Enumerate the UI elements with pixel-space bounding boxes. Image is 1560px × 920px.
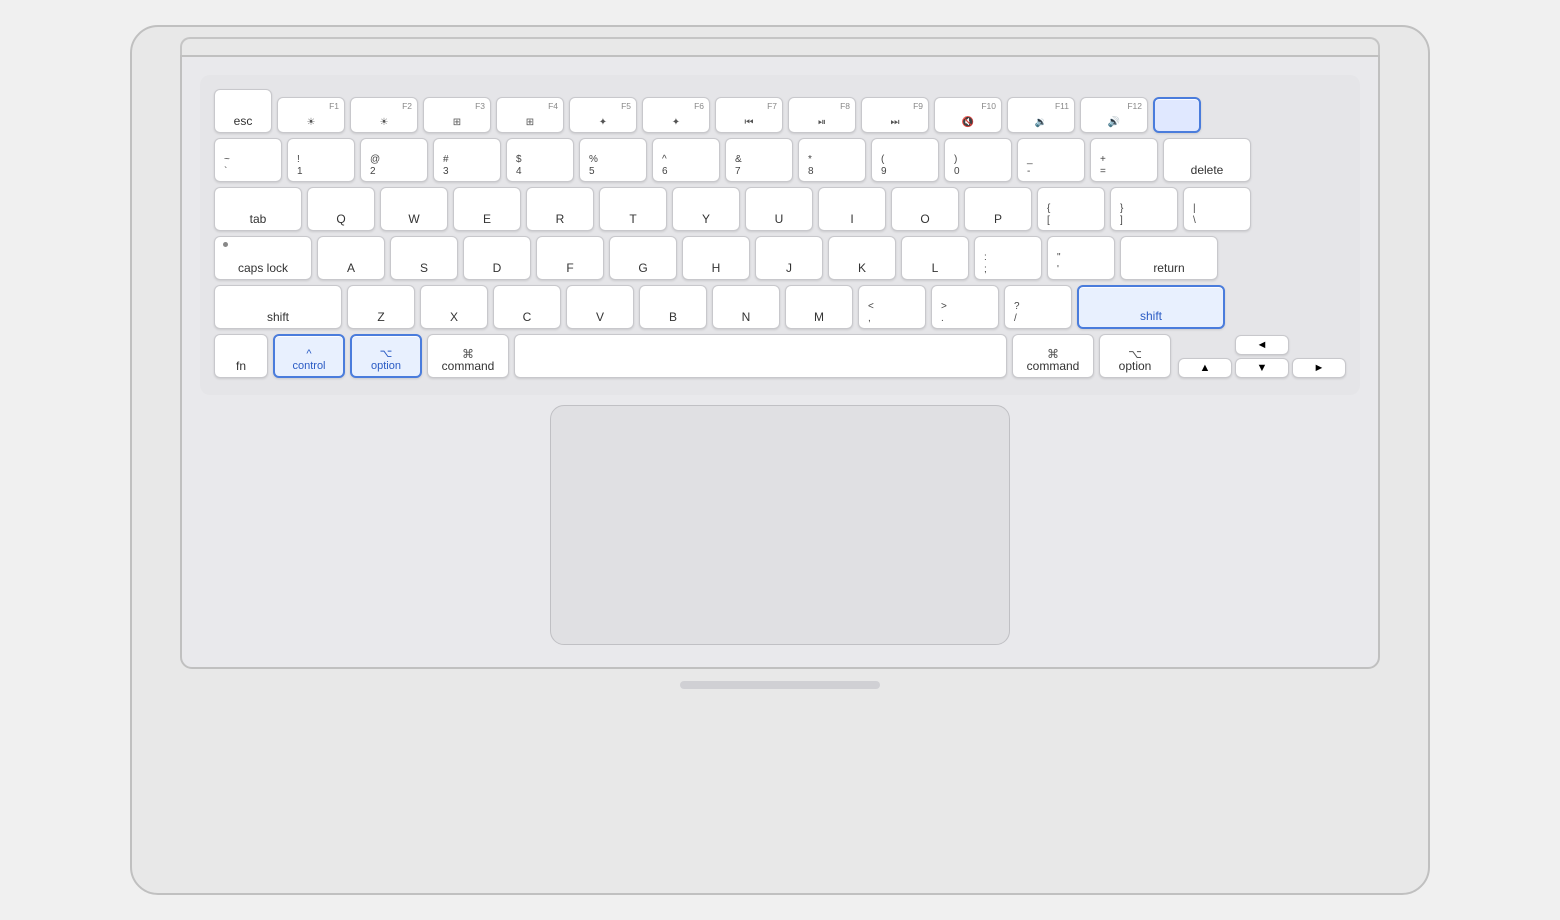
key-f9[interactable]: ⏭ F9: [861, 97, 929, 133]
key-k[interactable]: K: [828, 236, 896, 280]
key-7[interactable]: & 7: [725, 138, 793, 182]
key-minus[interactable]: _ -: [1017, 138, 1085, 182]
key-n[interactable]: N: [712, 285, 780, 329]
key-period[interactable]: > .: [931, 285, 999, 329]
key-arrow-right[interactable]: ►: [1292, 358, 1346, 378]
key-6[interactable]: ^ 6: [652, 138, 720, 182]
keyboard-area: esc ☀ F1 ☀ F2 ⊞ F3 ⊞ F4: [180, 55, 1380, 669]
keyboard-body: esc ☀ F1 ☀ F2 ⊞ F3 ⊞ F4: [200, 75, 1360, 395]
key-f4[interactable]: ⊞ F4: [496, 97, 564, 133]
key-s[interactable]: S: [390, 236, 458, 280]
arrow-row-bottom: ▲ ▼ ►: [1178, 358, 1346, 378]
key-f7[interactable]: ⏮ F7: [715, 97, 783, 133]
key-tilde[interactable]: ~ `: [214, 138, 282, 182]
key-caps-lock[interactable]: caps lock: [214, 236, 312, 280]
key-esc[interactable]: esc: [214, 89, 272, 133]
key-f6[interactable]: ✦ F6: [642, 97, 710, 133]
key-open-bracket[interactable]: { [: [1037, 187, 1105, 231]
key-f2[interactable]: ☀ F2: [350, 97, 418, 133]
key-r[interactable]: R: [526, 187, 594, 231]
key-l[interactable]: L: [901, 236, 969, 280]
qwerty-row: tab Q W E R T Y U I O P { [: [214, 187, 1346, 231]
key-4[interactable]: $ 4: [506, 138, 574, 182]
key-m[interactable]: M: [785, 285, 853, 329]
key-o[interactable]: O: [891, 187, 959, 231]
key-f5[interactable]: ✦ F5: [569, 97, 637, 133]
key-control[interactable]: ^ control: [273, 334, 345, 378]
key-u[interactable]: U: [745, 187, 813, 231]
key-d[interactable]: D: [463, 236, 531, 280]
key-q[interactable]: Q: [307, 187, 375, 231]
key-0[interactable]: ) 0: [944, 138, 1012, 182]
key-slash[interactable]: ? /: [1004, 285, 1072, 329]
key-comma[interactable]: < ,: [858, 285, 926, 329]
laptop-body: esc ☀ F1 ☀ F2 ⊞ F3 ⊞ F4: [130, 25, 1430, 895]
key-f3[interactable]: ⊞ F3: [423, 97, 491, 133]
key-b[interactable]: B: [639, 285, 707, 329]
key-3[interactable]: # 3: [433, 138, 501, 182]
arrow-row-top: ◄: [1178, 335, 1346, 355]
key-z[interactable]: Z: [347, 285, 415, 329]
trackpad-area: [200, 405, 1360, 653]
key-5[interactable]: % 5: [579, 138, 647, 182]
key-f1[interactable]: ☀ F1: [277, 97, 345, 133]
modifier-row: fn ^ control ⌥ option ⌘ command ⌘ comma: [214, 334, 1346, 378]
key-command-left[interactable]: ⌘ command: [427, 334, 509, 378]
key-g[interactable]: G: [609, 236, 677, 280]
trackpad[interactable]: [550, 405, 1010, 645]
key-1[interactable]: ! 1: [287, 138, 355, 182]
key-fn[interactable]: fn: [214, 334, 268, 378]
key-f11[interactable]: 🔉 F11: [1007, 97, 1075, 133]
key-f[interactable]: F: [536, 236, 604, 280]
function-key-row: esc ☀ F1 ☀ F2 ⊞ F3 ⊞ F4: [214, 89, 1346, 133]
key-j[interactable]: J: [755, 236, 823, 280]
bottom-hinge: [680, 681, 880, 689]
zxcv-row: shift Z X C V B N M < , > .: [214, 285, 1346, 329]
caps-lock-indicator: [223, 242, 228, 247]
key-w[interactable]: W: [380, 187, 448, 231]
key-e[interactable]: E: [453, 187, 521, 231]
key-t[interactable]: T: [599, 187, 667, 231]
arrow-cluster: ◄ ▲ ▼ ►: [1178, 335, 1346, 378]
key-shift-left[interactable]: shift: [214, 285, 342, 329]
key-c[interactable]: C: [493, 285, 561, 329]
key-tab[interactable]: tab: [214, 187, 302, 231]
key-power[interactable]: [1153, 97, 1201, 133]
key-x[interactable]: X: [420, 285, 488, 329]
key-arrow-down[interactable]: ▼: [1235, 358, 1289, 378]
key-delete[interactable]: delete: [1163, 138, 1251, 182]
key-space[interactable]: [514, 334, 1007, 378]
key-h[interactable]: H: [682, 236, 750, 280]
key-backslash[interactable]: | \: [1183, 187, 1251, 231]
key-close-bracket[interactable]: } ]: [1110, 187, 1178, 231]
bottom-bar: [132, 681, 1428, 689]
key-8[interactable]: * 8: [798, 138, 866, 182]
key-a[interactable]: A: [317, 236, 385, 280]
key-i[interactable]: I: [818, 187, 886, 231]
screen-lid: [180, 37, 1380, 55]
key-shift-right[interactable]: shift: [1077, 285, 1225, 329]
key-equals[interactable]: + =: [1090, 138, 1158, 182]
asdf-row: caps lock A S D F G H J K L : ;: [214, 236, 1346, 280]
key-f10[interactable]: 🔇 F10: [934, 97, 1002, 133]
key-option-left[interactable]: ⌥ option: [350, 334, 422, 378]
key-y[interactable]: Y: [672, 187, 740, 231]
key-semicolon[interactable]: : ;: [974, 236, 1042, 280]
key-f12[interactable]: 🔊 F12: [1080, 97, 1148, 133]
number-row: ~ ` ! 1 @ 2: [214, 138, 1346, 182]
key-f8[interactable]: ⏯ F8: [788, 97, 856, 133]
key-9[interactable]: ( 9: [871, 138, 939, 182]
key-quote[interactable]: " ': [1047, 236, 1115, 280]
key-arrow-up[interactable]: ▲: [1178, 358, 1232, 378]
key-2[interactable]: @ 2: [360, 138, 428, 182]
key-return[interactable]: return: [1120, 236, 1218, 280]
key-p[interactable]: P: [964, 187, 1032, 231]
key-v[interactable]: V: [566, 285, 634, 329]
key-arrow-left[interactable]: ◄: [1235, 335, 1289, 355]
key-command-right[interactable]: ⌘ command: [1012, 334, 1094, 378]
key-option-right[interactable]: ⌥ option: [1099, 334, 1171, 378]
